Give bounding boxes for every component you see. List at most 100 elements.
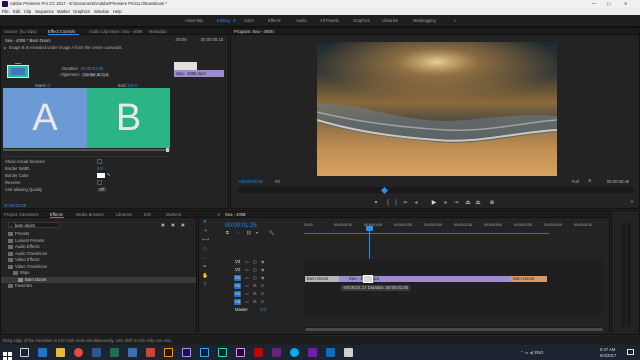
notepad-icon[interactable] (344, 348, 353, 357)
hand-tool-icon[interactable]: ✋ (202, 273, 208, 279)
lock-icon[interactable]: ▭ (245, 283, 249, 288)
workspace-graphics[interactable]: Graphics (353, 18, 370, 23)
workspace-all-panels[interactable]: All Panels (320, 18, 339, 23)
menu-graphics[interactable]: Graphics (73, 9, 90, 14)
excel-icon[interactable] (110, 348, 119, 357)
mark-out-icon[interactable]: } (393, 200, 399, 206)
eyedropper-icon[interactable]: ✎ (107, 172, 111, 177)
clock-date[interactable]: 9/4/2017 (600, 353, 616, 358)
master-volume-value[interactable]: 0.0 (260, 307, 266, 312)
effects-tree-item[interactable]: Lumetri Presets (1, 238, 196, 244)
store-icon[interactable] (128, 348, 137, 357)
extract-icon[interactable]: ⏏ (475, 200, 481, 206)
eye-icon[interactable]: ◉ (261, 259, 265, 264)
workspace-editing[interactable]: Editing (217, 18, 230, 23)
program-title[interactable]: Program: Sea - 4006 (234, 29, 273, 34)
step-back-icon[interactable]: ◂ (413, 200, 419, 206)
selection-tool-icon[interactable]: ➤ (202, 219, 208, 225)
mute-icon[interactable]: M (253, 299, 257, 304)
anti-aliasing-dropdown[interactable]: Off (97, 187, 107, 193)
menu-sequence[interactable]: Sequence (35, 9, 54, 14)
tab-project[interactable]: Project: transitions (4, 212, 38, 217)
premiere-taskbar-icon[interactable] (182, 348, 191, 357)
maximize-button[interactable]: ☐ (607, 1, 611, 6)
track-select-tool-icon[interactable]: ⇥ (202, 228, 208, 234)
workspace-metalogging[interactable]: Metalogging (413, 18, 436, 23)
lock-icon[interactable]: ▭ (245, 259, 249, 264)
timeline-ruler[interactable]: 00:00 00:00:00:30 00:00:01:00 00:00:01:30 00… (304, 223, 604, 231)
acrobat-icon[interactable] (254, 348, 263, 357)
edge-selector-top[interactable] (15, 63, 21, 64)
border-width-value[interactable]: 0.0 (97, 166, 103, 171)
transition-thumbnail[interactable] (7, 65, 29, 78)
timeline-settings-icon[interactable]: 🔧︎ (269, 230, 274, 235)
program-scrubber[interactable] (238, 187, 634, 193)
solo-icon[interactable]: S (261, 283, 264, 288)
ripple-edit-tool-icon[interactable]: ⟷ (202, 237, 209, 243)
mark-in-icon[interactable]: { (385, 200, 391, 206)
end-slider-handle[interactable] (166, 148, 169, 152)
play-preview-icon[interactable]: ▸ (4, 45, 6, 50)
toggle-sync-icon[interactable]: ◫ (253, 267, 257, 272)
tab-libraries[interactable]: Libraries (116, 212, 132, 217)
clock-time[interactable]: 9:47 AM (600, 347, 615, 352)
effects-tree-item[interactable]: Presets (1, 231, 196, 237)
workspace-audio[interactable]: Audio (296, 18, 307, 23)
workspace-libraries[interactable]: Libraries (382, 18, 398, 23)
effects-tree-item[interactable]: Barn Doors (1, 276, 196, 283)
lock-icon[interactable]: ▭ (245, 267, 249, 272)
lock-icon[interactable]: ▭ (245, 291, 249, 296)
eye-icon[interactable]: ◉ (261, 267, 265, 272)
tab-markers[interactable]: Markers (166, 212, 181, 217)
tab-media-browser[interactable]: Media Browser (76, 212, 104, 217)
razor-tool-icon[interactable]: ◇ (202, 246, 208, 252)
quality-dropdown[interactable]: Full (572, 179, 579, 184)
go-to-in-icon[interactable]: ⇤ (403, 200, 409, 206)
border-color-swatch[interactable] (97, 173, 105, 178)
tab-source[interactable]: Source: (no clips) (4, 29, 37, 34)
onenote-icon[interactable] (308, 348, 317, 357)
illustrator-icon[interactable] (164, 348, 173, 357)
nest-icon[interactable]: ⧉ (226, 230, 229, 235)
solo-icon[interactable]: S (261, 291, 264, 296)
lock-icon[interactable]: ▭ (245, 275, 249, 280)
timeline-close-icon[interactable]: ✕ (217, 212, 221, 217)
effects-tree-item[interactable]: Wipe (1, 270, 196, 276)
menu-marker[interactable]: Marker (57, 9, 70, 14)
slip-tool-icon[interactable]: ↔ (202, 255, 208, 261)
more-controls-icon[interactable]: + (629, 200, 635, 206)
program-menu-icon[interactable]: ≡ (273, 29, 275, 34)
solo-icon[interactable]: S (261, 299, 264, 304)
outlook-icon[interactable] (326, 348, 335, 357)
workspace-effects[interactable]: Effects (268, 18, 281, 23)
after-effects-icon[interactable] (236, 348, 245, 357)
close-button[interactable]: ✕ (624, 1, 628, 6)
snap-icon[interactable]: ∩ (236, 230, 239, 235)
end-slider[interactable] (87, 149, 170, 151)
notifications-icon[interactable] (627, 349, 634, 355)
windows-start-icon[interactable] (3, 348, 12, 360)
wrench-icon[interactable]: ⚙ (588, 178, 592, 183)
step-forward-icon[interactable]: ▸ (443, 200, 449, 206)
lift-icon[interactable]: ⏏ (465, 200, 471, 206)
horizontal-scroll-thumb[interactable] (305, 327, 603, 331)
start-slider[interactable] (3, 149, 87, 151)
mute-icon[interactable]: M (253, 283, 257, 288)
tab-info[interactable]: Info (144, 212, 151, 217)
add-marker-icon[interactable]: ▾ (373, 200, 379, 206)
word-icon[interactable] (92, 348, 101, 357)
menu-window[interactable]: Window (94, 9, 109, 14)
alignment-dropdown[interactable]: Center at Cut (81, 72, 110, 78)
menu-edit[interactable]: Edit (13, 9, 20, 14)
skype-icon[interactable] (290, 348, 299, 357)
edge-icon[interactable] (38, 348, 47, 357)
system-tray[interactable]: ⌃ ▭ ◂) ENG (520, 350, 544, 355)
effects-search-field[interactable]: ⌕ barn doors (8, 222, 60, 228)
effects-tree-item[interactable]: Video Effects (1, 257, 196, 263)
timeline-timecode[interactable]: 00:00:01:25 (225, 223, 257, 229)
tab-metadata[interactable]: Metadata (149, 29, 166, 34)
tab-audio-clip-mixer[interactable]: Audio Clip Mixer: Sea - 4006 (89, 29, 142, 34)
go-to-out-icon[interactable]: ⇥ (453, 200, 459, 206)
effect-controls-timecode[interactable]: 00:00:01:25 (4, 203, 26, 208)
linked-selection-icon[interactable]: ⛓ (246, 230, 251, 235)
